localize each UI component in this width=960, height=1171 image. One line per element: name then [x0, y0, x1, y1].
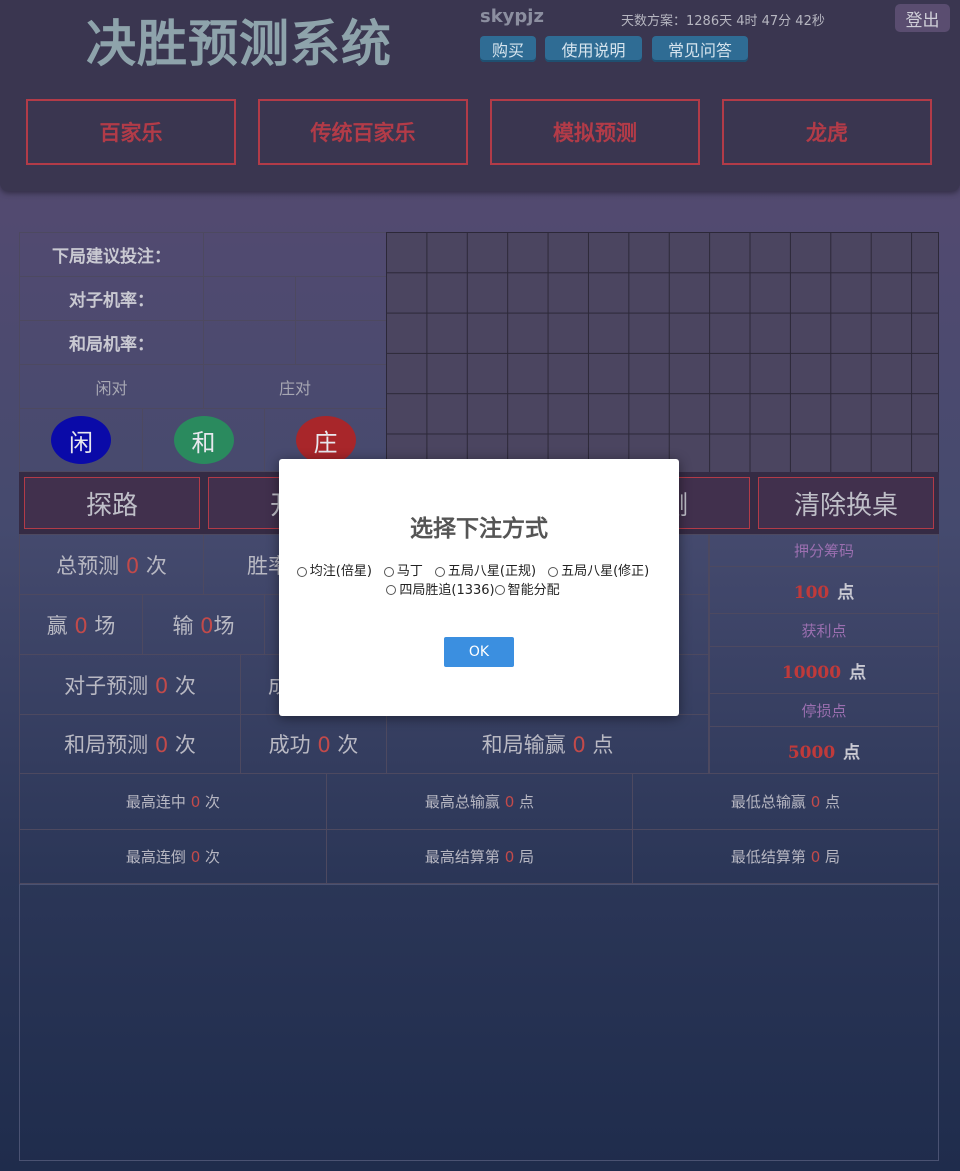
record-max-total-win: 最高总输赢 0 点 — [326, 773, 633, 830]
radio-icon[interactable] — [296, 566, 307, 577]
total-predict-count: 0 — [125, 553, 140, 578]
next-bet-label: 下局建议投注： — [52, 247, 171, 267]
tie-chip-button[interactable]: 和 — [173, 416, 234, 464]
total-predict-cell: 总预测 0 次 — [19, 534, 204, 595]
banker-pair-label: 庄对 — [278, 378, 311, 398]
stake-value-cell[interactable]: 100 点 — [709, 566, 939, 614]
stop-loss-label-cell: 停损点 — [709, 693, 939, 727]
win-count: 0 — [74, 613, 88, 638]
player-chip-cell: 闲 — [19, 408, 143, 472]
player-chip-button[interactable]: 闲 — [51, 416, 111, 464]
record-max-settle: 最高结算第 0 局 — [326, 829, 633, 884]
mode-classic-baccarat-button[interactable]: 传统百家乐 — [258, 99, 468, 165]
option-flat-bet[interactable]: 均注(倍星) — [296, 563, 372, 580]
mode-baccarat-button[interactable]: 百家乐 — [26, 99, 236, 165]
next-bet-label-cell: 下局建议投注： — [19, 232, 204, 277]
option-five-eight-revised[interactable]: 五局八星(修正) — [548, 563, 649, 580]
buy-button[interactable]: 购买 — [480, 36, 536, 62]
stop-loss-value: 5000 — [787, 742, 836, 763]
history-log-area — [19, 884, 939, 1161]
radio-icon[interactable] — [548, 566, 559, 577]
pair-predict-count: 0 — [154, 673, 169, 698]
option-five-eight-standard[interactable]: 五局八星(正规) — [434, 563, 536, 580]
probe-button[interactable]: 探路 — [24, 477, 200, 529]
player-pair-cell[interactable]: 闲对 — [19, 364, 204, 409]
dialog-title: 选择下注方式 — [410, 516, 548, 542]
pair-predict-cell: 对子预测 0 次 — [19, 654, 241, 715]
tie-pnl-value: 0 — [572, 733, 586, 757]
app-title: 决胜预测系统 — [86, 15, 392, 73]
clear-table-button[interactable]: 清除换桌 — [758, 477, 934, 529]
stop-loss-label: 停损点 — [801, 701, 847, 720]
tie-success-count: 0 — [317, 733, 331, 757]
option-smart-allocation[interactable]: 智能分配 — [494, 582, 560, 599]
ok-button[interactable]: OK — [444, 637, 514, 667]
profit-value: 10000 — [781, 662, 842, 683]
bead-road-grid — [386, 232, 939, 472]
option-martingale[interactable]: 马丁 — [383, 563, 423, 580]
record-min-total-win: 最低总输赢 0 点 — [632, 773, 939, 830]
win-count-cell: 赢 0 场 — [19, 594, 143, 655]
banker-pair-cell[interactable]: 庄对 — [203, 364, 387, 409]
tie-pnl-cell: 和局输赢 0 点 — [386, 714, 709, 774]
usage-guide-button[interactable]: 使用说明 — [545, 36, 642, 62]
record-max-streak-win: 最高连中 0 次 — [19, 773, 327, 830]
radio-icon[interactable] — [494, 585, 505, 595]
tie-chip-cell: 和 — [142, 408, 265, 472]
tie-prob-cell-a — [203, 320, 296, 365]
tie-prob-label-cell: 和局机率： — [19, 320, 204, 365]
radio-icon[interactable] — [386, 585, 397, 595]
tie-predict-count: 0 — [154, 733, 169, 757]
plan-remaining-time: 天数方案：1286天 4时 47分 42秒 — [621, 14, 825, 29]
profit-label-cell: 获利点 — [709, 613, 939, 647]
profit-label: 获利点 — [801, 621, 847, 640]
username: skypjz — [480, 6, 544, 27]
logout-button[interactable]: 登出 — [895, 4, 950, 32]
next-bet-value-cell — [203, 232, 387, 277]
tie-success-cell: 成功 0 次 — [240, 714, 387, 774]
banker-chip-button[interactable]: 庄 — [295, 416, 356, 464]
record-min-settle: 最低结算第 0 局 — [632, 829, 939, 884]
lose-count: 0 — [200, 613, 214, 638]
pair-prob-player-cell — [203, 276, 296, 321]
mode-dragon-tiger-button[interactable]: 龙虎 — [722, 99, 932, 165]
bet-method-options: 均注(倍星) 马丁 五局八星(正规) 五局八星(修正) 四局胜追(1336) 智能分配 — [279, 563, 679, 600]
stop-loss-value-cell[interactable]: 5000 点 — [709, 726, 939, 774]
pair-prob-banker-cell — [295, 276, 387, 321]
player-pair-label: 闲对 — [95, 378, 128, 398]
option-four-win-chase[interactable]: 四局胜追(1336) — [386, 582, 495, 599]
radio-icon[interactable] — [434, 566, 445, 577]
radio-icon[interactable] — [383, 566, 394, 577]
header: 决胜预测系统 skypjz 天数方案：1286天 4时 47分 42秒 登出 购… — [0, 0, 960, 191]
tie-prob-cell-b — [295, 320, 387, 365]
faq-button[interactable]: 常见问答 — [652, 36, 748, 62]
stake-label-cell: 押分筹码 — [709, 534, 939, 567]
pair-prob-label-cell: 对子机率： — [19, 276, 204, 321]
stake-label: 押分筹码 — [793, 542, 854, 560]
pair-prob-label: 对子机率： — [69, 291, 154, 311]
lose-count-cell: 输 0场 — [142, 594, 265, 655]
bet-method-dialog: 选择下注方式 均注(倍星) 马丁 五局八星(正规) 五局八星(修正) 四局胜追(1336… — [279, 459, 679, 716]
tie-prob-label: 和局机率： — [69, 335, 154, 355]
mode-simulation-button[interactable]: 模拟预测 — [490, 99, 700, 165]
tie-predict-cell: 和局预测 0 次 — [19, 714, 241, 774]
profit-value-cell[interactable]: 10000 点 — [709, 646, 939, 694]
record-max-streak-lose: 最高连倒 0 次 — [19, 829, 327, 884]
stake-value: 100 — [793, 582, 830, 603]
